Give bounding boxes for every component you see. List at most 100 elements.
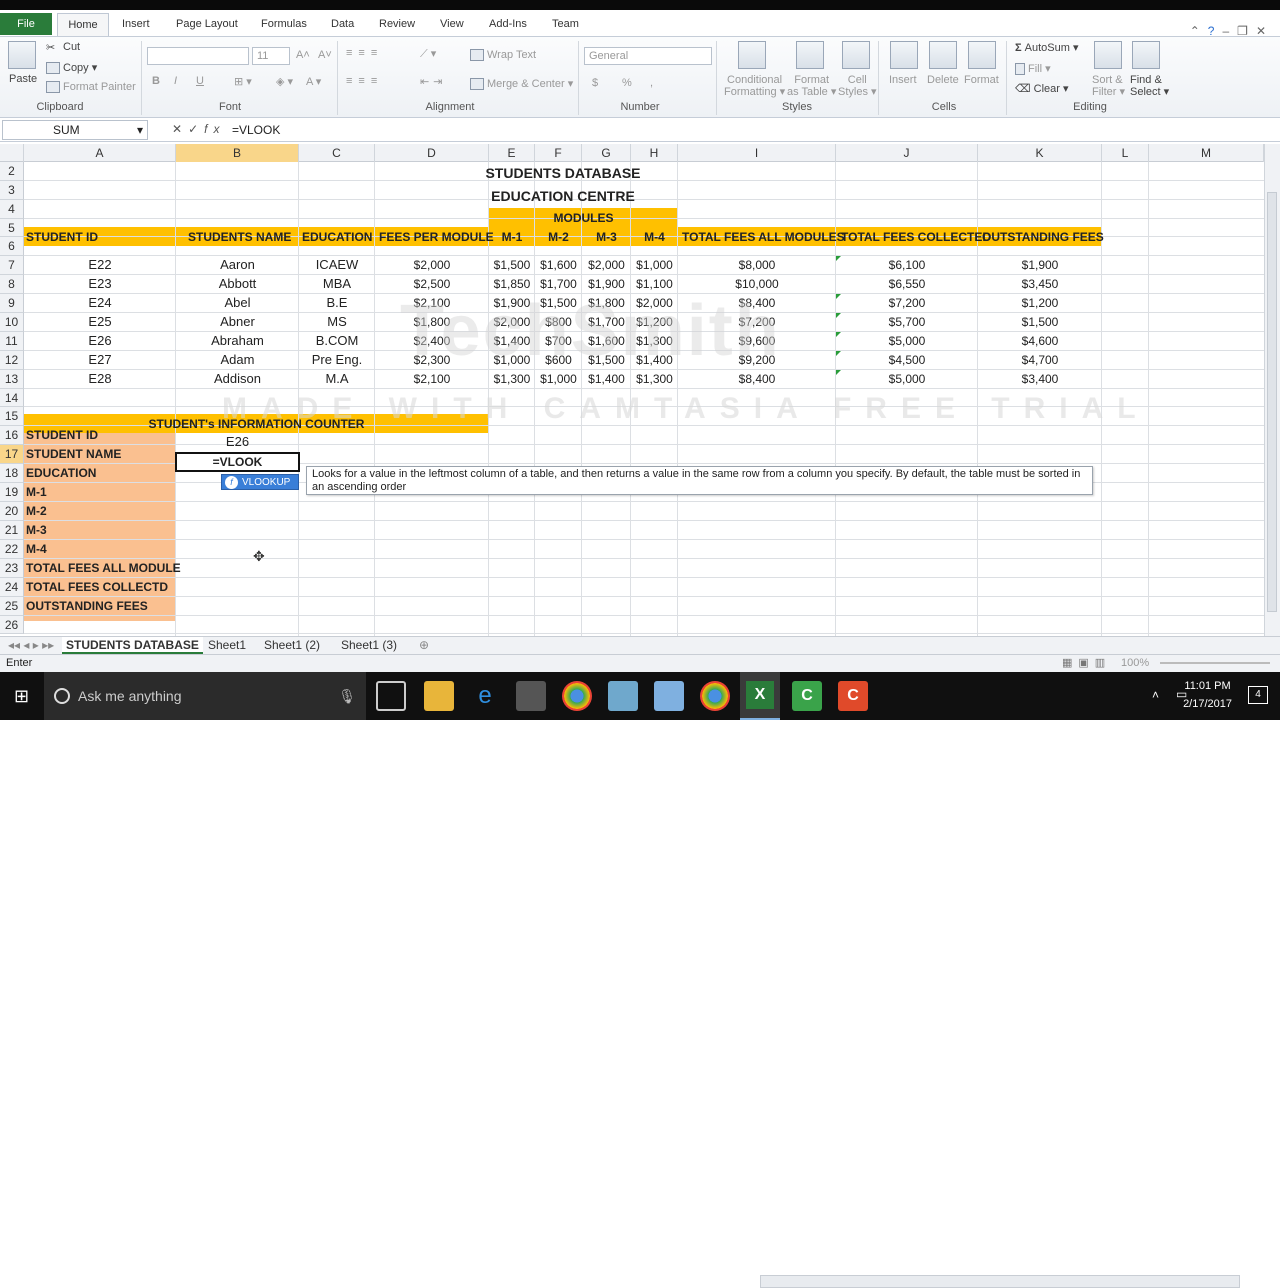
- table-cell[interactable]: Abel: [176, 294, 299, 312]
- row-header-10[interactable]: 10: [0, 313, 24, 332]
- horizontal-scrollbar[interactable]: [760, 1275, 1240, 1288]
- table-cell[interactable]: $8,400: [678, 370, 836, 388]
- table-cell[interactable]: E23: [24, 275, 176, 293]
- chrome-icon-2[interactable]: [700, 681, 730, 711]
- table-cell[interactable]: $1,600: [535, 256, 582, 274]
- indent-icons[interactable]: ⇤⇥: [420, 75, 446, 88]
- row-header-25[interactable]: 25: [0, 597, 24, 616]
- microphone-icon[interactable]: 🎙: [338, 672, 356, 720]
- column-header-h[interactable]: H: [631, 144, 678, 162]
- sheet-nav-icons[interactable]: ◂◂ ◂ ▸ ▸▸: [4, 637, 58, 654]
- paste-button[interactable]: Paste: [9, 73, 37, 85]
- table-cell[interactable]: E22: [24, 256, 176, 274]
- font-color-icon[interactable]: A ▾: [306, 75, 321, 88]
- format-cells-icon[interactable]: [968, 41, 996, 69]
- table-cell[interactable]: Adam: [176, 351, 299, 369]
- horizontal-align-icons[interactable]: ≡≡≡: [346, 75, 383, 87]
- column-header-g[interactable]: G: [582, 144, 631, 162]
- borders-icon[interactable]: ⊞ ▾: [234, 75, 252, 88]
- table-cell[interactable]: E27: [24, 351, 176, 369]
- copy-button[interactable]: Copy ▾: [46, 61, 97, 75]
- tab-page-layout[interactable]: Page Layout: [168, 13, 246, 36]
- column-header-f[interactable]: F: [535, 144, 582, 162]
- table-cell[interactable]: $1,500: [978, 313, 1102, 331]
- table-cell[interactable]: MS: [299, 313, 375, 331]
- windows-start-icon[interactable]: ⊞: [14, 686, 29, 707]
- row-header-9[interactable]: 9: [0, 294, 24, 313]
- column-header-m[interactable]: M: [1149, 144, 1264, 162]
- bold-button[interactable]: B: [152, 75, 160, 87]
- fill-button[interactable]: Fill ▾: [1015, 62, 1051, 76]
- insert-cells-icon[interactable]: [890, 41, 918, 69]
- row-header-22[interactable]: 22: [0, 540, 24, 559]
- delete-cells-button[interactable]: Delete: [927, 74, 959, 86]
- find-select-icon[interactable]: [1132, 41, 1160, 69]
- format-as-table-button[interactable]: Format as Table ▾: [787, 74, 836, 98]
- table-cell[interactable]: $1,900: [978, 256, 1102, 274]
- table-cell[interactable]: ICAEW: [299, 256, 375, 274]
- tray-chevron-icon[interactable]: ˄: [1152, 688, 1159, 702]
- action-center-icon[interactable]: 4: [1248, 686, 1268, 704]
- format-as-table-icon[interactable]: [796, 41, 824, 69]
- cut-button[interactable]: ✂ Cut: [46, 41, 80, 54]
- 3d-box-icon[interactable]: [654, 681, 684, 711]
- table-cell[interactable]: Abner: [176, 313, 299, 331]
- row-header-12[interactable]: 12: [0, 351, 24, 370]
- row-header-23[interactable]: 23: [0, 559, 24, 578]
- app-icon[interactable]: [608, 681, 638, 711]
- tab-home[interactable]: Home: [57, 13, 109, 36]
- font-name-select[interactable]: [147, 47, 249, 65]
- table-cell[interactable]: M.A: [299, 370, 375, 388]
- format-cells-button[interactable]: Format: [964, 74, 999, 86]
- row-header-20[interactable]: 20: [0, 502, 24, 521]
- formula-input[interactable]: =VLOOK: [232, 121, 1266, 139]
- insert-cells-button[interactable]: Insert: [889, 74, 917, 86]
- table-cell[interactable]: E26: [24, 332, 176, 350]
- tab-review[interactable]: Review: [371, 13, 423, 36]
- table-cell[interactable]: $5,000: [836, 332, 978, 350]
- grow-font-icon[interactable]: A˄: [296, 49, 310, 61]
- merge-center-button[interactable]: Merge & Center ▾: [470, 77, 573, 91]
- table-cell[interactable]: $3,400: [978, 370, 1102, 388]
- row-header-3[interactable]: 3: [0, 181, 24, 200]
- percent-button[interactable]: %: [622, 77, 632, 89]
- shrink-font-icon[interactable]: A˅: [318, 49, 332, 61]
- table-cell[interactable]: Aaron: [176, 256, 299, 274]
- table-cell[interactable]: $3,450: [978, 275, 1102, 293]
- wrap-text-button[interactable]: Wrap Text: [470, 49, 536, 62]
- row-header-8[interactable]: 8: [0, 275, 24, 294]
- table-cell[interactable]: $4,600: [978, 332, 1102, 350]
- table-cell[interactable]: Pre Eng.: [299, 351, 375, 369]
- column-header-k[interactable]: K: [978, 144, 1102, 162]
- name-box[interactable]: SUM ▾: [2, 120, 148, 140]
- format-painter-button[interactable]: Format Painter: [46, 81, 136, 94]
- table-cell[interactable]: Abraham: [176, 332, 299, 350]
- clear-button[interactable]: ⌫ Clear ▾: [1015, 82, 1069, 95]
- table-cell[interactable]: $6,550: [836, 275, 978, 293]
- tab-file[interactable]: File: [0, 13, 52, 35]
- row-header-16[interactable]: 16: [0, 426, 24, 445]
- table-cell[interactable]: $1,500: [489, 256, 535, 274]
- error-indicator-icon[interactable]: [836, 256, 841, 261]
- table-cell[interactable]: $1,200: [978, 294, 1102, 312]
- orientation-icon[interactable]: ⟋ ▾: [420, 47, 436, 61]
- camtasia-recorder-icon[interactable]: C: [838, 681, 868, 711]
- column-header-a[interactable]: A: [24, 144, 176, 162]
- vertical-scroll-thumb[interactable]: [1267, 192, 1277, 612]
- store-icon[interactable]: [516, 681, 546, 711]
- table-cell[interactable]: Abbott: [176, 275, 299, 293]
- table-cell[interactable]: $7,200: [836, 294, 978, 312]
- italic-button[interactable]: I: [174, 75, 177, 87]
- table-cell[interactable]: $5,700: [836, 313, 978, 331]
- row-header-14[interactable]: 14: [0, 389, 24, 407]
- row-header-17[interactable]: 17: [0, 445, 24, 464]
- excel-taskbar-button[interactable]: X: [740, 672, 780, 720]
- table-cell[interactable]: $1,400: [582, 370, 631, 388]
- error-indicator-icon[interactable]: [836, 313, 841, 318]
- enter-icon[interactable]: ✓: [188, 122, 204, 136]
- table-cell[interactable]: $2,100: [375, 370, 489, 388]
- table-cell[interactable]: E25: [24, 313, 176, 331]
- table-cell[interactable]: $4,500: [836, 351, 978, 369]
- table-cell[interactable]: E24: [24, 294, 176, 312]
- error-indicator-icon[interactable]: [836, 351, 841, 356]
